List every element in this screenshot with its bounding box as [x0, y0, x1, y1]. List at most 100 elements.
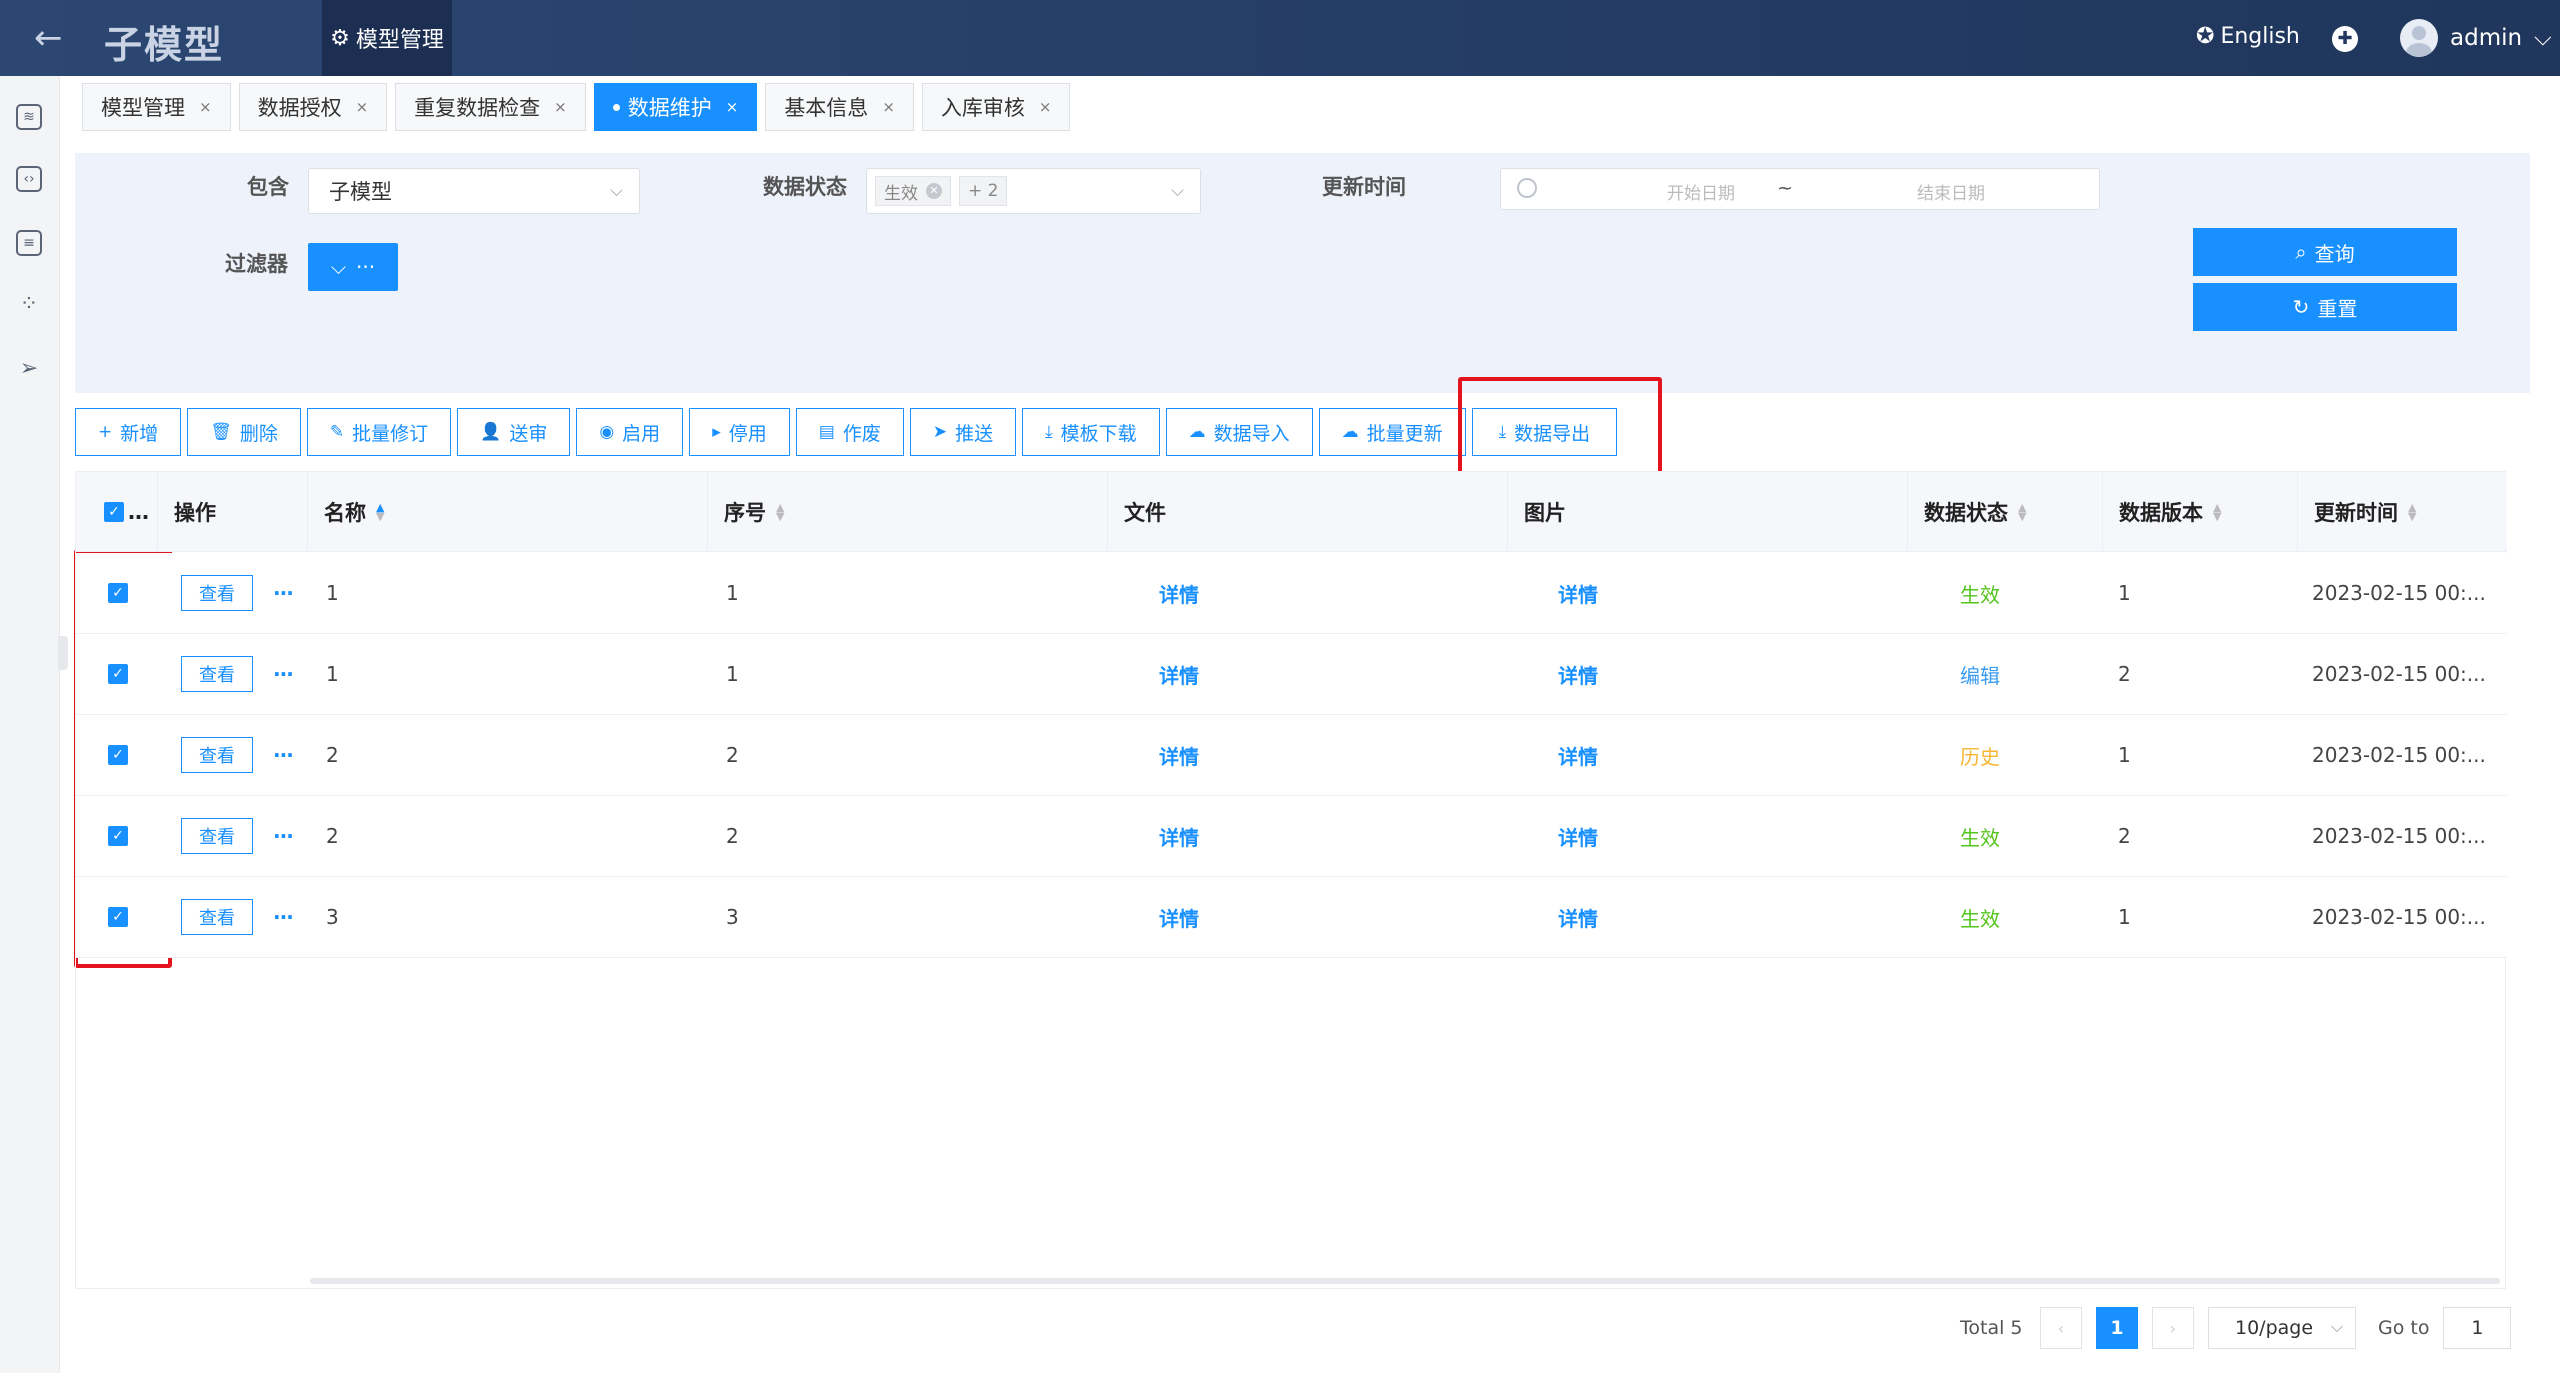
void-button[interactable]: ▤ 作废: [795, 408, 904, 456]
user-menu[interactable]: admin ⌵: [2400, 19, 2552, 57]
sort-icon[interactable]: ▲ ▼: [776, 502, 784, 522]
cell-seq: 2: [726, 824, 739, 848]
close-icon[interactable]: ×: [726, 98, 739, 116]
close-icon[interactable]: ×: [554, 98, 567, 116]
sort-icon[interactable]: ▲ ▼: [2018, 502, 2026, 522]
col-status[interactable]: 数据状态 ▲ ▼: [1908, 472, 2103, 552]
filter-dropdown-button[interactable]: ⌵ ···: [308, 243, 398, 291]
file-detail-link[interactable]: 详情: [1159, 796, 1199, 876]
push-button[interactable]: ➤ 推送: [909, 408, 1017, 456]
close-icon[interactable]: ×: [882, 98, 895, 116]
update-time-label: 更新时间: [1322, 175, 1406, 199]
status-select[interactable]: 生效 ✕ + 2 ⌵: [866, 168, 1201, 214]
next-page-icon[interactable]: ›: [2152, 1307, 2194, 1349]
view-button[interactable]: 查看: [181, 737, 253, 773]
close-icon[interactable]: ✕: [926, 183, 942, 199]
data-import-button[interactable]: ☁ 数据导入: [1165, 408, 1313, 456]
col-version[interactable]: 数据版本 ▲ ▼: [2103, 472, 2298, 552]
delete-button[interactable]: 🗑 删除: [187, 408, 301, 456]
data-table: ✓ … 操作 名称 ▲ ▼ 序号 ▲ ▼ 文件 图片 数据状态 ▲ ▼ 数据版本 ▲ ▼ 更新时…: [75, 471, 2507, 1289]
image-detail-link[interactable]: 详情: [1558, 634, 1598, 714]
cell-version: 2: [2118, 824, 2131, 848]
page-number-current[interactable]: 1: [2096, 1307, 2138, 1349]
col-name[interactable]: 名称 ▲ ▼: [308, 472, 708, 552]
goto-page-input[interactable]: 1: [2443, 1307, 2512, 1349]
chevron-down-icon: ⌵: [2330, 1317, 2343, 1336]
cell-version: 2: [2118, 662, 2131, 686]
select-all-checkbox[interactable]: ✓: [104, 502, 124, 522]
nav-tab-label: 模型管理: [355, 28, 444, 53]
view-button[interactable]: 查看: [181, 899, 253, 935]
tab-data-maintenance[interactable]: 数据维护 ×: [593, 83, 758, 131]
row-checkbox[interactable]: ✓: [108, 583, 128, 603]
close-icon[interactable]: ×: [199, 98, 212, 116]
apps-icon[interactable]: ⁘: [16, 294, 42, 320]
status-more-chip: + 2: [959, 176, 1008, 206]
code-icon[interactable]: ‹›: [16, 166, 42, 192]
layers-icon[interactable]: ≋: [16, 104, 42, 130]
file-detail-link[interactable]: 详情: [1159, 553, 1199, 633]
more-actions-icon[interactable]: ···: [273, 743, 294, 767]
nav-tab-model-management[interactable]: ⚙ 模型管理: [322, 0, 452, 76]
horizontal-scrollbar[interactable]: [310, 1278, 2500, 1284]
sort-icon[interactable]: ▲ ▼: [2213, 502, 2221, 522]
image-detail-link[interactable]: 详情: [1558, 715, 1598, 795]
image-detail-link[interactable]: 详情: [1558, 553, 1598, 633]
disable-button[interactable]: ▸ 停用: [689, 408, 790, 456]
tab-model-management[interactable]: 模型管理 ×: [82, 83, 231, 131]
contains-select[interactable]: 子模型 ⌵: [308, 168, 640, 214]
view-button[interactable]: 查看: [181, 818, 253, 854]
tab-storage-review[interactable]: 入库审核 ×: [921, 83, 1071, 131]
tab-basic-info[interactable]: 基本信息 ×: [765, 83, 914, 131]
image-detail-link[interactable]: 详情: [1558, 877, 1598, 957]
cell-name: 2: [326, 824, 339, 848]
file-detail-link[interactable]: 详情: [1159, 634, 1199, 714]
chevron-down-icon: ⌵: [2534, 25, 2552, 51]
cell-updated: 2023-02-15 00:...: [2312, 581, 2486, 605]
pagination-total: Total 5: [1960, 1317, 2023, 1339]
sort-icon[interactable]: ▲ ▼: [2408, 502, 2416, 522]
back-arrow-icon[interactable]: ←: [34, 18, 74, 58]
row-checkbox[interactable]: ✓: [108, 826, 128, 846]
more-actions-icon[interactable]: ···: [273, 905, 294, 929]
tab-duplicate-check[interactable]: 重复数据检查 ×: [395, 83, 586, 131]
row-checkbox[interactable]: ✓: [108, 745, 128, 765]
row-checkbox[interactable]: ✓: [108, 664, 128, 684]
submit-review-button[interactable]: 👤 送审: [457, 408, 571, 456]
more-actions-icon[interactable]: ···: [273, 581, 294, 605]
batch-update-button[interactable]: ☁ 批量更新: [1318, 408, 1466, 456]
enable-button[interactable]: ◉ 启用: [576, 408, 684, 456]
view-button[interactable]: 查看: [181, 575, 253, 611]
send-icon[interactable]: ➢: [16, 358, 42, 384]
file-detail-link[interactable]: 详情: [1159, 877, 1199, 957]
prev-page-icon[interactable]: ‹: [2040, 1307, 2082, 1349]
more-actions-icon[interactable]: ···: [273, 824, 294, 848]
image-detail-link[interactable]: 详情: [1558, 796, 1598, 876]
chip-label: 生效: [884, 183, 918, 204]
file-detail-link[interactable]: 详情: [1159, 715, 1199, 795]
template-download-button[interactable]: ⤓ 模板下载: [1022, 408, 1160, 456]
row-checkbox[interactable]: ✓: [108, 907, 128, 927]
date-start-input[interactable]: 开始日期: [1621, 179, 1781, 204]
add-button[interactable]: + 新增: [75, 408, 182, 456]
sort-icon[interactable]: ▲ ▼: [376, 502, 384, 522]
settings-icon[interactable]: ✚: [2332, 26, 2358, 52]
document-icon[interactable]: ≡: [16, 230, 42, 256]
more-actions-icon[interactable]: ···: [273, 662, 294, 686]
sidebar-collapse-handle[interactable]: [58, 636, 68, 670]
cell-updated: 2023-02-15 00:...: [2312, 662, 2486, 686]
data-export-button[interactable]: ⤓ 数据导出: [1471, 408, 1618, 456]
page-size-select[interactable]: 10/page ⌵: [2208, 1307, 2356, 1349]
date-end-input[interactable]: 结束日期: [1871, 179, 2031, 204]
close-icon[interactable]: ×: [1039, 98, 1052, 116]
col-updated[interactable]: 更新时间 ▲ ▼: [2298, 472, 2507, 552]
tab-data-authorization[interactable]: 数据授权 ×: [238, 83, 388, 131]
language-switch[interactable]: ✪ English: [2196, 24, 2300, 49]
date-range-picker[interactable]: 开始日期 ~ 结束日期: [1500, 168, 2100, 210]
query-button[interactable]: ⌕ 查询: [2193, 228, 2457, 276]
view-button[interactable]: 查看: [181, 656, 253, 692]
batch-revise-button[interactable]: ✎ 批量修订: [306, 408, 452, 456]
col-seq[interactable]: 序号 ▲ ▼: [708, 472, 1108, 552]
close-icon[interactable]: ×: [356, 98, 369, 116]
reset-button[interactable]: ↻ 重置: [2193, 283, 2457, 331]
